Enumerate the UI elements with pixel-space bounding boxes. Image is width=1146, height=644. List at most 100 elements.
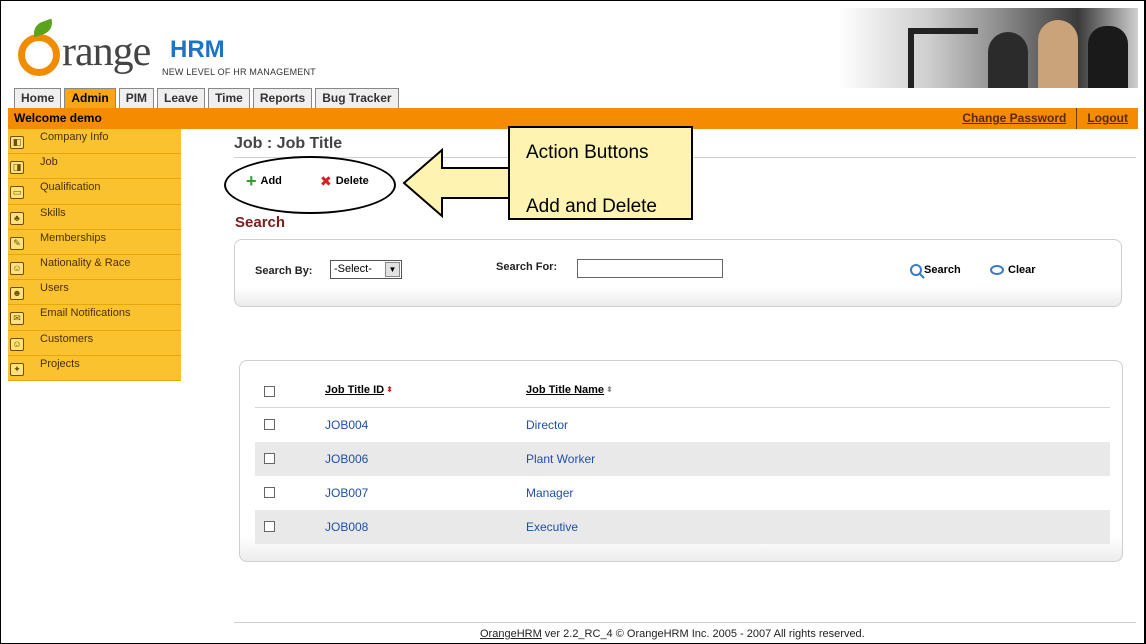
clear-button[interactable]: Clear bbox=[990, 264, 1036, 276]
projects-icon: ✦ bbox=[10, 362, 24, 376]
logout-link[interactable]: Logout bbox=[1076, 108, 1138, 129]
search-by-value: -Select- bbox=[334, 263, 372, 275]
footer-copyright: ver 2.2_RC_4 © OrangeHRM Inc. 2005 - 200… bbox=[541, 628, 865, 640]
orangehrm-logo[interactable]: range HRM NEW LEVEL OF HR MANAGEMENT bbox=[18, 12, 318, 82]
search-heading: Search bbox=[235, 214, 286, 231]
search-for-label: Search For: bbox=[496, 261, 558, 273]
job-title-id-link[interactable]: JOB008 bbox=[325, 520, 368, 534]
footer: OrangeHRM ver 2.2_RC_4 © OrangeHRM Inc. … bbox=[480, 628, 865, 640]
customers-icon: ☺ bbox=[10, 337, 24, 351]
sidebar-item-label: Projects bbox=[40, 357, 80, 370]
tab-time[interactable]: Time bbox=[208, 88, 250, 108]
sidebar-item-nationality-race[interactable]: ☺ Nationality & Race bbox=[8, 255, 181, 281]
sidebar-item-label: Email Notifications bbox=[40, 307, 131, 320]
row-checkbox[interactable] bbox=[264, 419, 275, 430]
logo-tagline: NEW LEVEL OF HR MANAGEMENT bbox=[162, 67, 316, 77]
tab-pim[interactable]: PIM bbox=[118, 88, 155, 108]
company-icon: ◧ bbox=[10, 136, 24, 149]
search-by-label: Search By: bbox=[255, 265, 313, 277]
search-button[interactable]: Search bbox=[910, 264, 961, 276]
table-row: JOB006 Plant Worker bbox=[255, 442, 1110, 476]
sidebar-item-label: Memberships bbox=[40, 231, 107, 244]
job-title-name-link[interactable]: Director bbox=[526, 418, 568, 432]
table-row: JOB004 Director bbox=[255, 408, 1110, 442]
chevron-down-icon[interactable]: ▼ bbox=[385, 262, 400, 277]
job-title-id-link[interactable]: JOB006 bbox=[325, 452, 368, 466]
select-all-checkbox[interactable] bbox=[264, 386, 275, 397]
nationality-icon: ☺ bbox=[10, 261, 24, 275]
sidebar-item-customers[interactable]: ☺ Customers bbox=[8, 331, 181, 356]
annotation-callout: Action Buttons Add and Delete bbox=[508, 126, 693, 220]
search-by-select[interactable]: -Select- ▼ bbox=[330, 260, 402, 279]
sidebar-item-label: Customers bbox=[40, 332, 94, 345]
header: range HRM NEW LEVEL OF HR MANAGEMENT bbox=[8, 8, 1138, 88]
callout-line-2: Add and Delete bbox=[526, 196, 657, 217]
memberships-icon: ✎ bbox=[10, 236, 24, 250]
table-row: JOB007 Manager bbox=[255, 476, 1110, 510]
banner-chair-shape bbox=[908, 28, 978, 88]
annotation-arrow bbox=[402, 148, 513, 218]
sidebar-item-label: Nationality & Race bbox=[40, 256, 131, 269]
callout-line-1: Action Buttons bbox=[526, 142, 649, 163]
sort-icon[interactable]: ⬍ bbox=[386, 385, 393, 394]
job-title-name-link[interactable]: Executive bbox=[526, 520, 578, 534]
users-icon: ☻ bbox=[10, 287, 24, 301]
sidebar-item-company-info[interactable]: ◧ Company Info bbox=[8, 129, 181, 155]
job-title-name-link[interactable]: Manager bbox=[526, 486, 573, 500]
logo-hrm: HRM bbox=[170, 36, 225, 63]
welcome-text: Welcome demo bbox=[14, 111, 102, 125]
sort-icon[interactable]: ⬍ bbox=[606, 385, 613, 394]
tab-admin[interactable]: Admin bbox=[64, 88, 116, 108]
sidebar-item-skills[interactable]: ♣ Skills bbox=[8, 205, 181, 230]
clear-button-label: Clear bbox=[1008, 264, 1036, 276]
column-header-job-title-name[interactable]: Job Title Name ⬍ bbox=[526, 384, 613, 396]
row-checkbox[interactable] bbox=[264, 487, 275, 498]
tab-home[interactable]: Home bbox=[14, 88, 62, 108]
search-for-input[interactable] bbox=[577, 259, 723, 278]
clear-icon bbox=[990, 265, 1004, 275]
logo-orange-icon bbox=[18, 34, 60, 76]
sidebar-item-qualification[interactable]: ▭ Qualification bbox=[8, 179, 181, 205]
search-button-label: Search bbox=[924, 264, 961, 276]
table-header: Job Title ID ⬍ Job Title Name ⬍ bbox=[255, 376, 1110, 408]
job-title-id-link[interactable]: JOB004 bbox=[325, 418, 368, 432]
column-header-label: Job Title ID bbox=[325, 384, 385, 396]
sidebar-item-job[interactable]: ◨ Job bbox=[8, 154, 181, 180]
job-icon: ◨ bbox=[10, 161, 24, 175]
table-row: JOB008 Executive bbox=[255, 510, 1110, 544]
row-checkbox[interactable] bbox=[264, 521, 275, 532]
job-title-name-link[interactable]: Plant Worker bbox=[526, 452, 595, 466]
sidebar-item-label: Users bbox=[40, 282, 69, 295]
column-header-label: Job Title Name bbox=[526, 384, 605, 396]
job-title-table: Job Title ID ⬍ Job Title Name ⬍ JOB004 Dir… bbox=[239, 360, 1123, 562]
page-title: Job : Job Title bbox=[234, 135, 343, 152]
main-tabs: Home Admin PIM Leave Time Reports Bug Tr… bbox=[14, 88, 399, 108]
change-password-link[interactable]: Change Password bbox=[952, 108, 1076, 129]
email-icon: ✉ bbox=[10, 312, 24, 326]
column-header-job-title-id[interactable]: Job Title ID ⬍ bbox=[325, 384, 393, 396]
skills-icon: ♣ bbox=[10, 211, 24, 225]
tab-leave[interactable]: Leave bbox=[157, 88, 206, 108]
annotation-ellipse bbox=[224, 156, 396, 214]
sidebar-item-memberships[interactable]: ✎ Memberships bbox=[8, 230, 181, 255]
banner-person-shape bbox=[1088, 26, 1128, 88]
top-links: Change Password Logout bbox=[952, 108, 1138, 129]
sidebar-item-users[interactable]: ☻ Users bbox=[8, 280, 181, 306]
tab-reports[interactable]: Reports bbox=[252, 88, 313, 108]
sidebar-item-projects[interactable]: ✦ Projects bbox=[8, 356, 181, 381]
sidebar-item-email-notifications[interactable]: ✉ Email Notifications bbox=[8, 305, 181, 331]
footer-divider bbox=[234, 622, 1136, 623]
search-icon bbox=[910, 264, 922, 276]
row-checkbox[interactable] bbox=[264, 453, 275, 464]
sidebar-item-label: Skills bbox=[40, 206, 66, 219]
logo-word: range bbox=[62, 29, 151, 75]
tab-bug-tracker[interactable]: Bug Tracker bbox=[315, 88, 399, 108]
banner-person-shape bbox=[1038, 20, 1078, 88]
sidebar-item-label: Job bbox=[40, 156, 58, 169]
job-title-id-link[interactable]: JOB007 bbox=[325, 486, 368, 500]
footer-orangehrm-link[interactable]: OrangeHRM bbox=[480, 628, 542, 640]
qualification-icon: ▭ bbox=[10, 186, 24, 200]
banner-person-shape bbox=[988, 32, 1028, 88]
sidebar-item-label: Company Info bbox=[40, 131, 109, 143]
sidebar-item-label: Qualification bbox=[40, 181, 101, 194]
